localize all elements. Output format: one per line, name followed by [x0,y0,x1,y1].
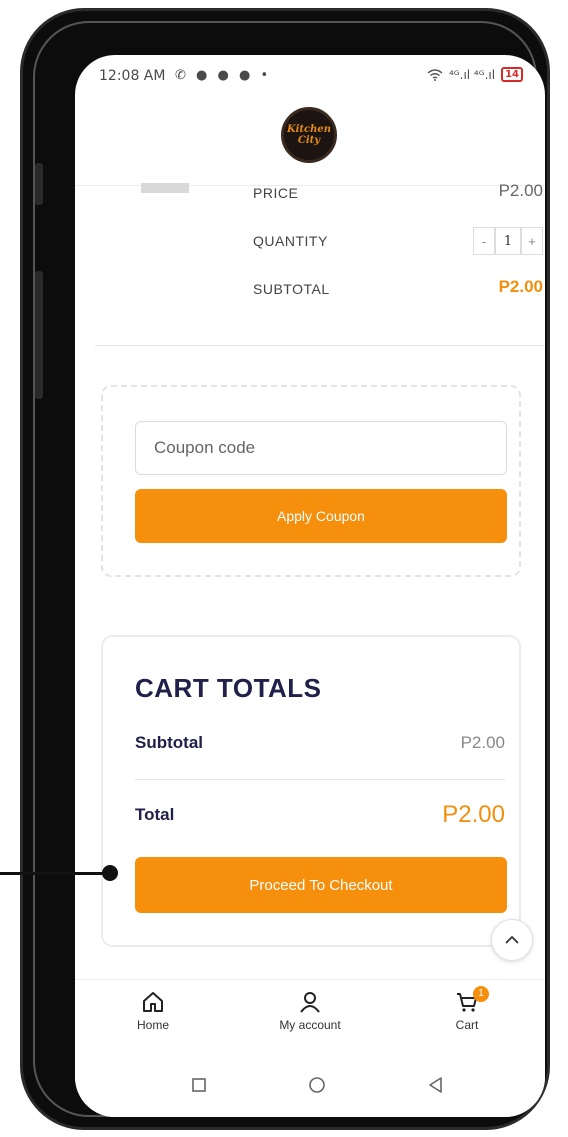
nav-item-my-account[interactable]: My account [260,990,360,1032]
side-button [35,163,43,205]
price-value: P2.00 [498,181,543,200]
status-bar: 12:08 AM ✆ ● ● ● • ⁴ᴳ.ıl ⁴ᴳ.ıl 14 [75,55,545,99]
product-thumbnail[interactable] [141,183,189,193]
nav-label-my-account: My account [279,1018,341,1032]
cart-totals-title: CART TOTALS [135,673,322,703]
price-row: PRICE P2.00 [253,179,543,209]
totals-subtotal-label: Subtotal [135,733,203,752]
wifi-icon [427,68,443,81]
quantity-label: QUANTITY [253,233,328,249]
cart-totals-section: CART TOTALS Subtotal P2.00 Total P2.00 P… [101,635,521,947]
screen: 12:08 AM ✆ ● ● ● • ⁴ᴳ.ıl ⁴ᴳ.ıl 14 Kitche… [75,55,545,1117]
annotation-pointer-dot [102,865,118,881]
nav-item-home[interactable]: Home [103,990,203,1032]
bottom-navigation: Home My account 1 Cart [75,979,545,1054]
user-icon [300,992,320,1013]
circle-icon [309,1077,325,1093]
coupon-section: Apply Coupon [101,385,521,577]
quantity-plus-button[interactable]: + [521,227,543,255]
site-header: Kitchen City [75,99,545,186]
notification-icons: ✆ ● ● ● • [175,68,272,83]
network-icons: ⁴ᴳ.ıl ⁴ᴳ.ıl [448,67,496,82]
nav-label-cart: Cart [455,1018,479,1032]
status-time: 12:08 AM [99,68,166,84]
status-right: ⁴ᴳ.ıl ⁴ᴳ.ıl 14 [427,67,523,82]
quantity-stepper: - 1 + [473,227,543,255]
quantity-row: QUANTITY - 1 + [253,227,543,257]
site-logo[interactable]: Kitchen City [281,107,337,163]
subtotal-value: P2.00 [498,277,543,296]
back-triangle-icon [429,1077,442,1093]
cart-icon-wrap: 1 [417,986,517,1014]
home-system-button[interactable] [307,1075,327,1095]
side-button [35,271,43,399]
chevron-up-icon [505,935,519,944]
price-label: PRICE [253,185,299,201]
divider [135,779,505,780]
home-icon [143,992,163,1012]
divider [95,345,545,346]
battery-icon: 14 [501,67,523,82]
coupon-code-input[interactable] [135,421,507,475]
totals-total-label: Total [135,805,175,824]
phone-frame: 12:08 AM ✆ ● ● ● • ⁴ᴳ.ıl ⁴ᴳ.ıl 14 Kitche… [20,8,550,1130]
back-system-button[interactable] [425,1075,445,1095]
apply-coupon-button[interactable]: Apply Coupon [135,489,507,543]
totals-subtotal-value: P2.00 [460,733,505,752]
square-icon [192,1078,206,1092]
subtotal-label: SUBTOTAL [253,281,330,297]
quantity-minus-button[interactable]: - [473,227,495,255]
logo-text: Kitchen City [286,124,332,146]
cart-count-badge: 1 [473,986,489,1002]
annotation-pointer-line [0,872,110,875]
nav-label-home: Home [136,1018,169,1032]
system-navigation-bar [75,1053,545,1117]
totals-total-value: P2.00 [442,801,505,828]
recents-button[interactable] [189,1075,209,1095]
subtotal-row: SUBTOTAL P2.00 [253,275,543,305]
proceed-to-checkout-button[interactable]: Proceed To Checkout [135,857,507,913]
quantity-input[interactable]: 1 [495,227,521,255]
scroll-to-top-button[interactable] [491,919,533,961]
nav-item-cart[interactable]: 1 Cart [417,986,517,1032]
